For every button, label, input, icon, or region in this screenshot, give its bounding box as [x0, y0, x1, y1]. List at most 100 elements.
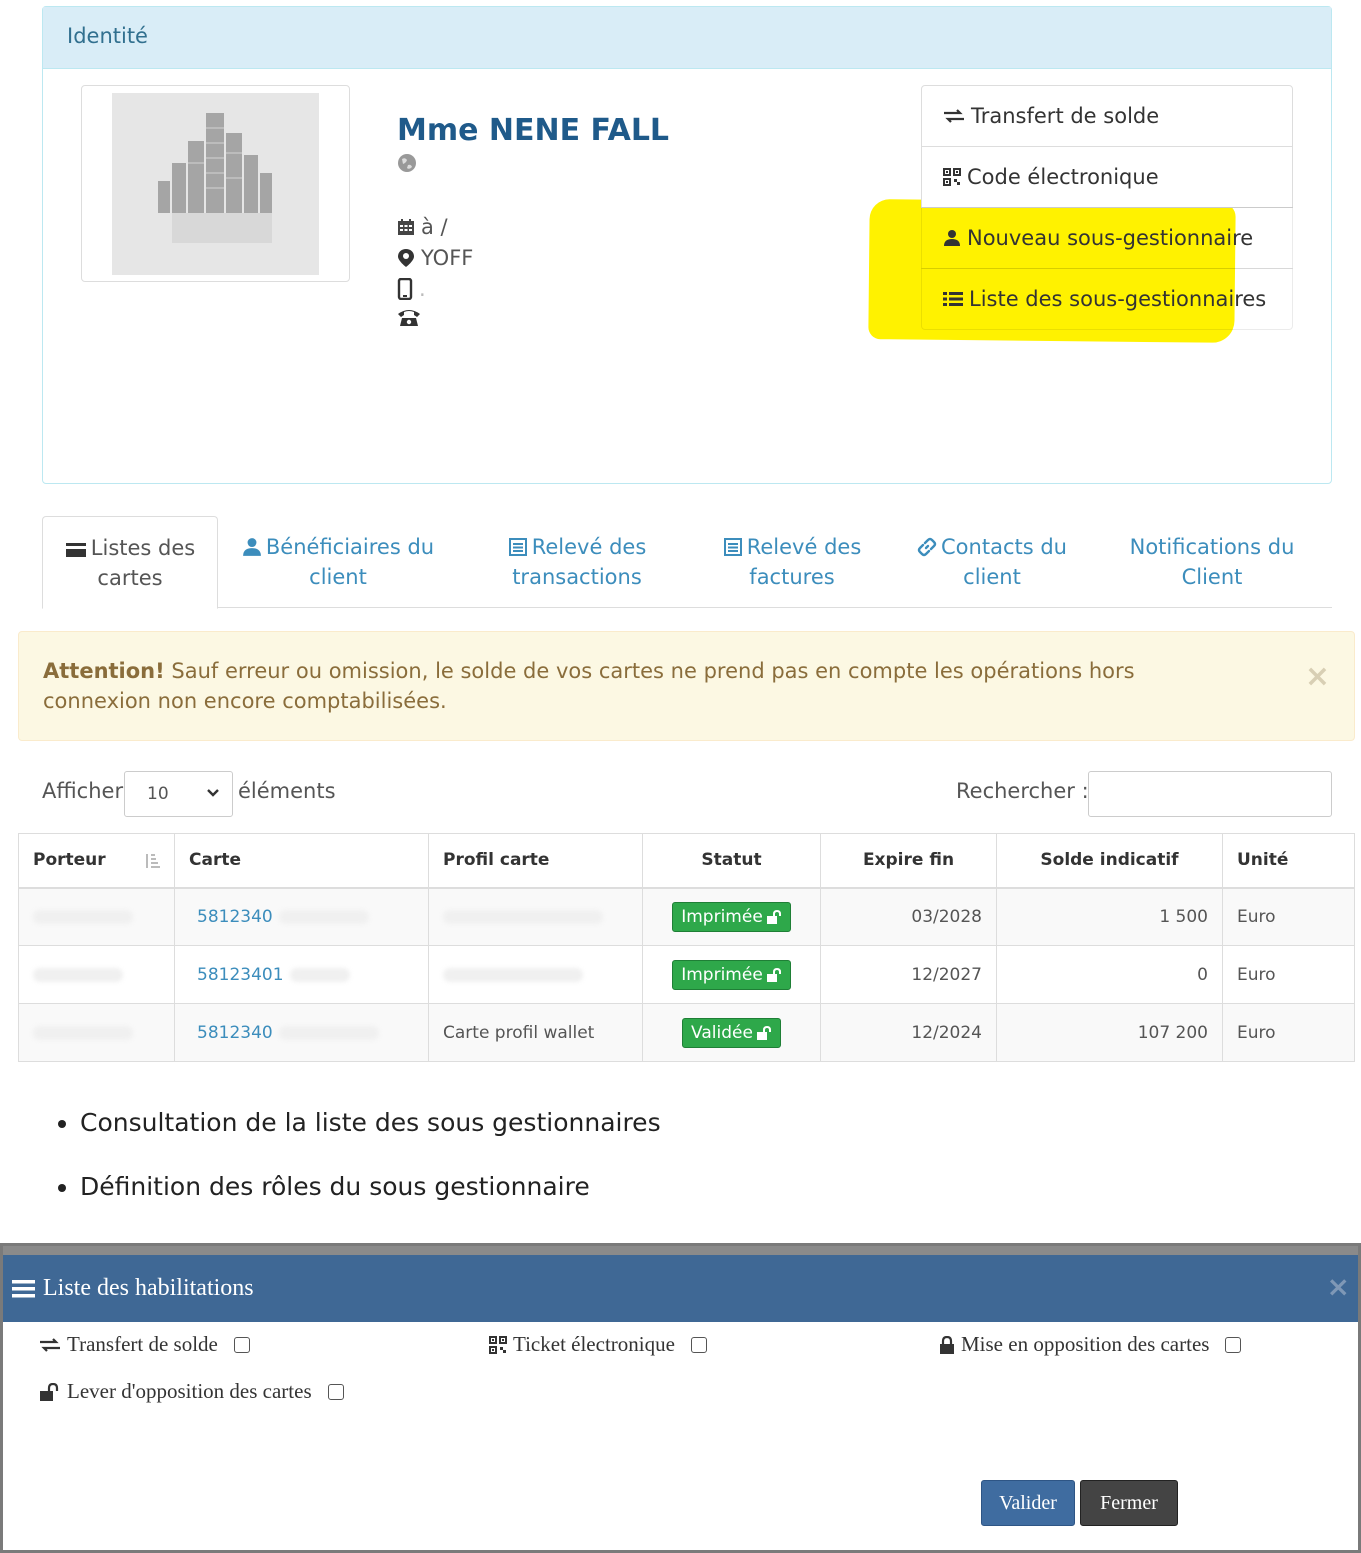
search-input[interactable] — [1088, 771, 1332, 817]
city-text: YOFF — [421, 246, 474, 270]
cell-statut: Imprimée — [642, 945, 821, 1004]
column-header-statut[interactable]: Statut — [642, 833, 821, 889]
cell-carte: 58123401 — [174, 945, 429, 1004]
column-header-profil[interactable]: Profil carte — [428, 833, 643, 889]
close-button[interactable]: Fermer — [1080, 1480, 1178, 1526]
mobile-icon — [397, 278, 413, 300]
page-size-value: 10 — [147, 784, 169, 804]
permission-label: Lever d'opposition des cartes — [67, 1379, 312, 1403]
tab-invoices[interactable]: Relevé des factures — [702, 516, 882, 608]
table-header-row: Porteur Carte Profil carte Statut Expire… — [18, 833, 1355, 889]
permission-checkbox[interactable] — [690, 1336, 707, 1353]
permission-ticket: Ticket électronique — [489, 1332, 707, 1357]
link-icon — [917, 537, 937, 557]
action-label: Liste des sous-gestionnaires — [969, 287, 1267, 311]
cell-unite: Euro — [1222, 1003, 1355, 1062]
redacted-text — [278, 1025, 379, 1040]
phone-icon — [398, 310, 420, 326]
cell-expire: 12/2024 — [820, 1003, 997, 1062]
tab-contacts[interactable]: Contacts du client — [902, 516, 1082, 608]
action-transfer-balance[interactable]: Transfert de solde — [921, 85, 1293, 147]
action-new-sub-manager[interactable]: Nouveau sous-gestionnaire — [921, 207, 1293, 269]
action-electronic-code[interactable]: Code électronique — [921, 146, 1293, 208]
tab-label-line1: Relevé des — [746, 535, 862, 559]
card-icon — [65, 543, 86, 557]
warning-alert: Attention! Sauf erreur ou omission, le s… — [18, 631, 1355, 741]
list-icon — [943, 292, 963, 306]
card-number-link[interactable]: 58123401 — [189, 965, 284, 985]
card-number-link[interactable]: 5812340 — [189, 907, 273, 927]
city-line: YOFF — [397, 246, 473, 270]
unlock-icon — [766, 909, 781, 924]
tab-label-line1: Listes des — [90, 536, 196, 560]
cell-statut: Imprimée — [642, 887, 821, 946]
list-item: Consultation de la liste des sous gestio… — [80, 1108, 661, 1172]
cell-porteur — [18, 945, 175, 1004]
client-photo-frame — [81, 85, 350, 282]
column-header-solde[interactable]: Solde indicatif — [996, 833, 1223, 889]
cell-porteur — [18, 887, 175, 946]
qrcode-icon — [943, 168, 961, 186]
cell-unite: Euro — [1222, 945, 1355, 1004]
qrcode-icon — [489, 1335, 507, 1354]
feature-bullet-list: Consultation de la liste des sous gestio… — [58, 1108, 661, 1236]
permission-checkbox[interactable] — [327, 1383, 344, 1400]
cell-profil: Carte profil wallet — [428, 1003, 643, 1062]
transfer-icon — [40, 1337, 60, 1352]
status-badge: Imprimée — [672, 901, 791, 932]
column-header-carte[interactable]: Carte — [174, 833, 429, 889]
card-number-link[interactable]: 5812340 — [189, 1023, 273, 1043]
redacted-text — [33, 909, 133, 924]
client-name: Mme NENE FALL — [397, 113, 670, 148]
identity-panel: Identité Mme NENE FALL à / YOFF . Transf… — [42, 6, 1332, 484]
unlock-icon — [756, 1025, 771, 1040]
search-label: Rechercher : — [956, 779, 1089, 803]
status-badge: Validée — [682, 1017, 781, 1048]
cell-porteur — [18, 1003, 175, 1062]
phone-line — [397, 307, 427, 327]
status-badge: Imprimée — [672, 959, 791, 990]
column-header-porteur[interactable]: Porteur — [18, 833, 175, 889]
alert-close-button[interactable]: × — [1305, 662, 1330, 692]
client-photo — [112, 93, 319, 275]
map-marker-icon — [398, 249, 414, 267]
list-item: Définition des rôles du sous gestionnair… — [80, 1172, 661, 1236]
permission-label: Transfert de solde — [67, 1332, 218, 1356]
show-label: Afficher — [42, 779, 124, 803]
action-label: Code électronique — [967, 165, 1159, 189]
tab-beneficiaries[interactable]: Bénéficiaires du client — [238, 516, 438, 608]
permission-block-cards: Mise en opposition des cartes — [939, 1332, 1242, 1357]
transfer-icon — [944, 109, 964, 123]
cell-statut: Validée — [642, 1003, 821, 1062]
tab-label-line1: Notifications du — [1129, 535, 1295, 559]
website-line — [397, 153, 417, 173]
permissions-modal: Liste des habilitations × Transfert de s… — [0, 1243, 1361, 1553]
sort-icon — [146, 854, 160, 868]
redacted-text — [278, 909, 369, 924]
table-row: 58123401 Imprimée 12/2027 0 Euro — [18, 945, 1355, 1004]
cell-unite: Euro — [1222, 887, 1355, 946]
redacted-text — [443, 909, 603, 924]
tab-label-line2: Client — [1181, 565, 1243, 589]
column-header-expire[interactable]: Expire fin — [820, 833, 997, 889]
modal-title: Liste des habilitations — [43, 1275, 254, 1301]
cards-table: Porteur Carte Profil carte Statut Expire… — [18, 833, 1355, 1062]
birth-text: à / — [421, 215, 448, 239]
elements-label: éléments — [238, 779, 336, 803]
page-size-select[interactable]: 10 — [124, 771, 233, 817]
validate-button[interactable]: Valider — [981, 1480, 1075, 1526]
tab-notifications[interactable]: Notifications du Client — [1116, 516, 1308, 608]
action-sub-manager-list[interactable]: Liste des sous-gestionnaires — [921, 268, 1293, 330]
client-action-list: Transfert de solde Code électronique Nou… — [921, 85, 1293, 330]
tab-transactions[interactable]: Relevé des transactions — [482, 516, 672, 608]
column-header-unite[interactable]: Unité — [1222, 833, 1355, 889]
permission-label: Mise en opposition des cartes — [961, 1332, 1210, 1356]
permission-checkbox[interactable] — [1225, 1336, 1242, 1353]
tab-label-line2: client — [309, 565, 367, 589]
modal-close-button[interactable]: × — [1327, 1270, 1350, 1303]
panel-heading: Identité — [43, 7, 1331, 69]
permission-checkbox[interactable] — [233, 1336, 250, 1353]
tab-card-list[interactable]: Listes des cartes — [42, 516, 218, 609]
cell-expire: 03/2028 — [820, 887, 997, 946]
lock-icon — [940, 1335, 954, 1354]
